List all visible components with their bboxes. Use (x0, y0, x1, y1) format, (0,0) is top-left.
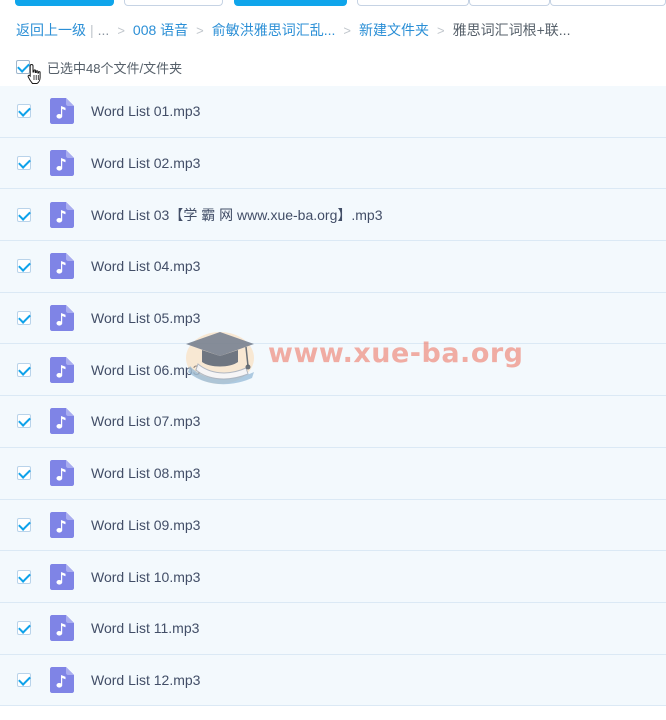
file-name[interactable]: Word List 10.mp3 (91, 569, 200, 585)
file-row[interactable]: Word List 06.mp3 (0, 344, 666, 397)
chevron-right-icon: > (117, 22, 125, 38)
checkmark-icon (18, 362, 31, 376)
file-name[interactable]: Word List 12.mp3 (91, 672, 200, 688)
file-row[interactable]: Word List 12.mp3 (0, 654, 666, 707)
file-row[interactable]: Word List 11.mp3 (0, 602, 666, 655)
file-name[interactable]: Word List 01.mp3 (91, 103, 200, 119)
music-file-icon (50, 408, 74, 435)
row-checkbox[interactable] (17, 362, 31, 377)
music-file-icon (50, 615, 74, 642)
music-file-icon (50, 305, 74, 332)
file-name[interactable]: Word List 09.mp3 (91, 517, 200, 533)
checkmark-icon (18, 156, 31, 169)
chevron-right-icon: > (437, 22, 445, 38)
music-file-icon (50, 356, 74, 383)
music-file-icon (50, 98, 74, 125)
row-checkbox[interactable] (17, 569, 31, 584)
select-all-row: 已选中48个文件/文件夹 (16, 56, 183, 84)
toolbar-buttons-strip (0, 0, 666, 8)
music-file-icon (50, 460, 74, 487)
file-row[interactable]: Word List 04.mp3 (0, 241, 666, 293)
file-name[interactable]: Word List 04.mp3 (91, 258, 200, 274)
file-name[interactable]: Word List 05.mp3 (91, 310, 200, 326)
row-checkbox[interactable] (17, 621, 31, 636)
music-file-icon (50, 201, 74, 228)
checkmark-icon (18, 673, 31, 686)
file-row[interactable]: Word List 08.mp3 (0, 447, 666, 500)
row-checkbox[interactable] (17, 517, 31, 532)
checkmark-icon (18, 517, 31, 531)
file-name[interactable]: Word List 08.mp3 (91, 465, 200, 481)
checkmark-icon (18, 104, 31, 118)
breadcrumb-back-link[interactable]: 返回上一级 (16, 20, 86, 40)
toolbar-primary-button-2[interactable] (234, 0, 347, 6)
checkmark-icon (18, 414, 31, 428)
row-checkbox[interactable] (17, 104, 31, 119)
breadcrumb-divider: | (90, 22, 94, 38)
file-name[interactable]: Word List 02.mp3 (91, 155, 200, 171)
breadcrumb-ellipsis[interactable]: ... (98, 22, 110, 38)
music-file-icon (50, 666, 74, 693)
breadcrumb-current: 雅思词汇词根+联... (452, 22, 571, 38)
row-checkbox[interactable] (17, 414, 31, 429)
file-name[interactable]: Word List 11.mp3 (91, 620, 199, 636)
checkmark-icon (18, 311, 31, 324)
file-row[interactable]: Word List 07.mp3 (0, 396, 666, 448)
file-row[interactable]: Word List 03【学 霸 网 www.xue-ba.org】.mp3 (0, 189, 666, 242)
chevron-right-icon: > (196, 22, 204, 38)
row-checkbox[interactable] (17, 466, 31, 481)
file-row[interactable]: Word List 10.mp3 (0, 551, 666, 603)
file-name[interactable]: Word List 06.mp3 (91, 362, 200, 378)
row-checkbox[interactable] (17, 672, 31, 687)
file-row[interactable]: Word List 01.mp3 (0, 86, 666, 138)
hand-cursor-icon (27, 63, 41, 84)
music-file-icon (50, 253, 74, 280)
toolbar-button-1[interactable] (124, 0, 223, 6)
file-row[interactable]: Word List 05.mp3 (0, 292, 666, 345)
file-name[interactable]: Word List 07.mp3 (91, 413, 200, 429)
music-file-icon (50, 511, 74, 538)
breadcrumb-item[interactable]: 新建文件夹 (359, 20, 429, 40)
toolbar-button-3[interactable] (469, 0, 550, 6)
file-name[interactable]: Word List 03【学 霸 网 www.xue-ba.org】.mp3 (91, 205, 383, 225)
checkmark-icon (18, 466, 31, 480)
music-file-icon (50, 150, 74, 177)
checkmark-icon (18, 259, 31, 273)
selection-count-label: 已选中48个文件/文件夹 (47, 60, 183, 76)
breadcrumb-item[interactable]: 俞敏洪雅思词汇乱... (212, 20, 336, 40)
file-row[interactable]: Word List 02.mp3 (0, 137, 666, 190)
row-checkbox[interactable] (17, 259, 31, 274)
file-row[interactable]: Word List 09.mp3 (0, 499, 666, 552)
toolbar-primary-button-1[interactable] (15, 0, 114, 6)
music-file-icon (50, 563, 74, 590)
checkmark-icon (18, 621, 31, 635)
row-checkbox[interactable] (17, 207, 31, 222)
breadcrumb: 返回上一级 | ... > 008 语音 > 俞敏洪雅思词汇乱... > 新建文… (16, 20, 570, 40)
file-list: Word List 01.mp3 Word List 02.mp3 Word L… (0, 86, 666, 707)
toolbar-button-2[interactable] (357, 0, 469, 6)
checkmark-icon (18, 207, 31, 221)
row-checkbox[interactable] (17, 156, 31, 171)
row-checkbox[interactable] (17, 311, 31, 326)
breadcrumb-item[interactable]: 008 语音 (133, 20, 188, 40)
chevron-right-icon: > (343, 22, 352, 38)
checkmark-icon (18, 569, 31, 583)
toolbar-button-4[interactable] (550, 0, 666, 6)
